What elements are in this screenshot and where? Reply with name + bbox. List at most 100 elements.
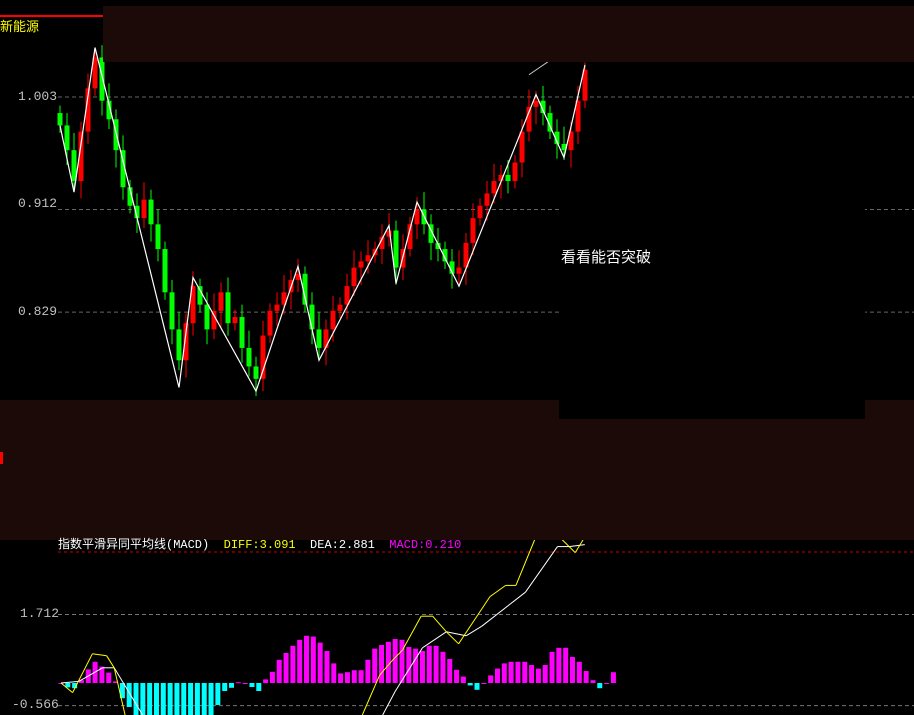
macd-histogram-bar xyxy=(229,683,234,688)
macd-histogram-bar xyxy=(317,642,323,683)
candle-up xyxy=(533,100,539,107)
macd-histogram-bar xyxy=(372,648,378,683)
macd-histogram-bar xyxy=(283,653,289,683)
macd-histogram-bar xyxy=(338,673,344,683)
macd-histogram-bar xyxy=(249,683,255,687)
dea-value: DEA:2.881 xyxy=(310,538,375,552)
macd-histogram-bar xyxy=(447,659,453,683)
macd-histogram-bar xyxy=(474,683,480,690)
candle-down xyxy=(393,230,399,268)
candle-up xyxy=(491,181,497,194)
macd-histogram-bar xyxy=(181,683,187,715)
macd-histogram-bar xyxy=(310,636,316,683)
candle-up xyxy=(260,335,266,379)
macd-histogram-bar xyxy=(406,647,412,683)
candle-down xyxy=(246,347,252,367)
macd-histogram-bar xyxy=(290,645,296,683)
dea-line-segment xyxy=(569,544,585,548)
macd-histogram-bar xyxy=(549,651,555,683)
dea-line-segment xyxy=(465,625,483,637)
macd-histogram-bar xyxy=(454,669,460,683)
overlay-band-top xyxy=(103,6,914,62)
candle-up xyxy=(330,310,336,330)
annotation-text: 看看能否突破 xyxy=(561,248,652,266)
candle-up xyxy=(358,261,364,268)
macd-header: 指数平滑异同平均线(MACD) DIFF:3.091 DEA:2.881 MAC… xyxy=(58,535,461,552)
macd-histogram-bar xyxy=(529,665,535,683)
candle-down xyxy=(309,304,315,330)
candle-up xyxy=(211,310,217,330)
candle-up xyxy=(141,199,147,219)
candle-down xyxy=(64,125,70,151)
dea-line-segment xyxy=(525,546,558,593)
macd-indicator-name: 指数平滑异同平均线(MACD) xyxy=(58,538,210,552)
candle-down xyxy=(57,113,63,126)
dea-line-segment xyxy=(382,691,396,715)
macd-histogram-bar xyxy=(358,670,364,683)
diff-line-segment xyxy=(92,653,107,657)
macd-histogram-bar xyxy=(235,682,241,684)
candle-up xyxy=(218,292,224,311)
macd-histogram-bar xyxy=(331,663,337,683)
macd-histogram-bar xyxy=(590,680,596,683)
candle-up xyxy=(232,317,238,324)
macd-histogram-bar xyxy=(556,647,562,683)
candle-up xyxy=(274,304,280,311)
macd-histogram-bar xyxy=(610,672,616,683)
macd-histogram-bar xyxy=(222,683,228,691)
macd-histogram-bar xyxy=(542,665,548,683)
macd-histogram-bar xyxy=(515,661,521,683)
candle-up xyxy=(477,205,483,219)
candle-up xyxy=(267,310,273,336)
macd-histogram-bar xyxy=(153,683,159,715)
macd-histogram-bar xyxy=(215,683,221,705)
candle-up xyxy=(484,193,490,206)
macd-histogram-bar xyxy=(433,645,439,683)
overlay-band-middle xyxy=(0,400,914,540)
candle-up xyxy=(470,218,476,243)
diff-line-segment xyxy=(361,675,380,715)
candle-down xyxy=(253,366,259,379)
candle-up xyxy=(519,131,525,163)
macd-histogram-bar xyxy=(604,683,610,684)
stock-chart-window: 新能源 1.003 0.912 0.829 看看能否突破 指数平滑异同平均线(M… xyxy=(0,0,914,715)
macd-histogram-bar xyxy=(304,635,310,683)
macd-histogram-bar xyxy=(269,671,275,683)
dea-line-segment xyxy=(481,591,526,627)
macd-histogram-bar xyxy=(426,645,432,683)
candle-up xyxy=(351,267,357,287)
diff-line-segment xyxy=(489,584,506,598)
macd-histogram-bar xyxy=(583,671,589,683)
candle-down xyxy=(225,292,231,324)
diff-value: DIFF:3.091 xyxy=(223,538,296,552)
diff-line-segment xyxy=(432,615,447,633)
macd-histogram-bar xyxy=(467,683,473,686)
macd-histogram-bar xyxy=(597,683,603,689)
macd-histogram-bar xyxy=(256,683,262,691)
y-tick-label: 1.003 xyxy=(18,89,58,104)
candle-up xyxy=(323,329,329,348)
candle-down xyxy=(505,174,511,182)
macd-histogram-bar xyxy=(242,683,248,684)
macd-histogram-bar xyxy=(201,683,207,715)
macd-histogram-bar xyxy=(365,659,371,683)
macd-histogram-bar xyxy=(494,668,500,683)
candle-down xyxy=(155,224,161,250)
diff-line-segment xyxy=(402,615,422,651)
candle-down xyxy=(176,329,182,361)
candle-up xyxy=(512,162,518,182)
diff-line-segment xyxy=(106,655,115,669)
macd-histogram-bar xyxy=(133,683,139,715)
macd-histogram-bar xyxy=(106,672,112,683)
macd-histogram-bar xyxy=(194,683,200,715)
zigzag-line xyxy=(59,47,586,393)
candle-up xyxy=(414,209,420,225)
macd-histogram-bar xyxy=(570,657,575,683)
dea-line-segment xyxy=(60,680,79,684)
macd-histogram-bar xyxy=(392,639,398,683)
y-tick-label: 0.829 xyxy=(18,304,58,319)
macd-histogram-bar xyxy=(147,683,153,715)
macd-histogram-bar xyxy=(481,683,487,684)
candle-down xyxy=(162,249,168,293)
macd-histogram-bar xyxy=(167,683,173,715)
